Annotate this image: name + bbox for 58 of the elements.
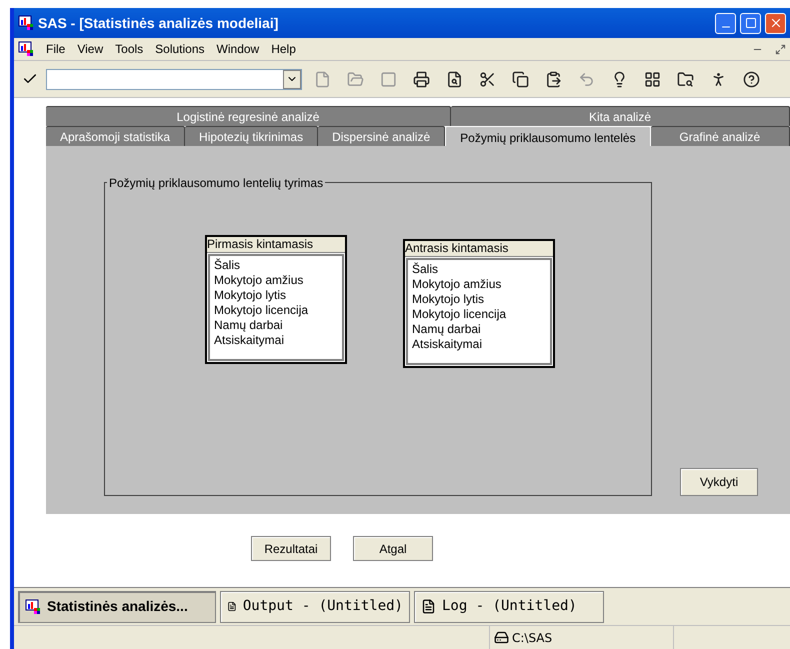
app-icon bbox=[18, 41, 34, 57]
restore-icon[interactable] bbox=[775, 44, 786, 54]
taskbar-item[interactable]: Statistinės analizės... bbox=[18, 590, 216, 622]
listbox-header: Pirmasis kintamasis bbox=[207, 237, 345, 253]
menu-item[interactable]: Tools bbox=[115, 40, 144, 58]
list-item[interactable]: Mokytojo amžius bbox=[412, 277, 550, 292]
copy-icon[interactable] bbox=[512, 70, 529, 88]
app-icon bbox=[18, 15, 34, 31]
grid-icon[interactable] bbox=[644, 70, 661, 88]
taskbar-item[interactable]: Output - (Untitled) bbox=[220, 590, 410, 622]
tab[interactable]: Hipotezių tikrinimas bbox=[185, 126, 318, 146]
drive-icon bbox=[494, 630, 509, 645]
menu-item[interactable]: Help bbox=[271, 40, 296, 58]
help-icon[interactable] bbox=[743, 70, 760, 88]
variable-listbox[interactable]: Antrasis kintamasis Šalis Mokytojo amžius Mokytojo lytis Mokytojo licencija Namų darbai Atsiskaitymai bbox=[403, 239, 555, 368]
run-button[interactable]: Vykdyti bbox=[680, 468, 758, 496]
dropdown-button[interactable] bbox=[283, 70, 301, 88]
list-item[interactable]: Atsiskaitymai bbox=[214, 333, 342, 348]
maximize-button[interactable] bbox=[740, 12, 761, 34]
printer-icon[interactable] bbox=[413, 70, 430, 88]
taskbar-item[interactable]: Log - (Untitled) bbox=[414, 590, 604, 622]
document-icon bbox=[227, 599, 237, 614]
list-item[interactable]: Šalis bbox=[214, 258, 342, 273]
folder-magnifier-icon[interactable] bbox=[677, 70, 694, 88]
tab[interactable]: Kita analizė bbox=[451, 106, 790, 126]
menu-item[interactable]: Solutions bbox=[155, 40, 205, 58]
list-item[interactable]: Mokytojo licencija bbox=[214, 303, 342, 318]
list-item[interactable]: Atsiskaitymai bbox=[412, 337, 550, 352]
list-item[interactable]: Mokytojo licencija bbox=[412, 307, 550, 322]
window-title: SAS - [Statistinės analizės modeliai] bbox=[38, 14, 280, 33]
menu-item[interactable]: File bbox=[46, 40, 66, 58]
scissors-icon[interactable] bbox=[479, 70, 496, 88]
page-magnifier-icon[interactable] bbox=[446, 70, 463, 88]
action-button[interactable]: Rezultatai bbox=[251, 536, 331, 561]
paste-icon[interactable] bbox=[545, 70, 562, 88]
tab[interactable]: Požymių priklausomumo lentelės bbox=[445, 126, 651, 148]
tab[interactable]: Grafinė analizė bbox=[650, 126, 790, 146]
list-item[interactable]: Šalis bbox=[412, 262, 550, 277]
list-item[interactable]: Mokytojo lytis bbox=[214, 288, 342, 303]
command-field[interactable] bbox=[46, 68, 302, 90]
status-path: C:\SAS bbox=[512, 630, 552, 646]
minimize-button[interactable] bbox=[715, 12, 736, 34]
listbox-header: Antrasis kintamasis bbox=[405, 241, 553, 257]
variable-listbox[interactable]: Pirmasis kintamasis Šalis Mokytojo amžius Mokytojo lytis Mokytojo licencija Namų darbai Atsiskaitymai bbox=[205, 235, 347, 364]
tab[interactable]: Dispersinė analizė bbox=[318, 126, 446, 146]
list-item[interactable]: Mokytojo amžius bbox=[214, 273, 342, 288]
tab[interactable]: Aprašomoji statistika bbox=[46, 126, 186, 146]
tab[interactable]: Logistinė regresinė analizė bbox=[46, 106, 451, 126]
menu-item[interactable]: View bbox=[77, 40, 104, 58]
maximize-icon bbox=[744, 17, 756, 29]
notepad-icon bbox=[421, 599, 436, 614]
list-item[interactable]: Namų darbai bbox=[412, 322, 550, 337]
menu-item[interactable]: Window bbox=[216, 40, 260, 58]
action-button[interactable]: Atgal bbox=[353, 536, 433, 561]
list-item[interactable]: Namų darbai bbox=[214, 318, 342, 333]
app-icon bbox=[25, 598, 41, 614]
list-item[interactable]: Mokytojo lytis bbox=[412, 292, 550, 307]
close-button[interactable] bbox=[765, 12, 786, 34]
